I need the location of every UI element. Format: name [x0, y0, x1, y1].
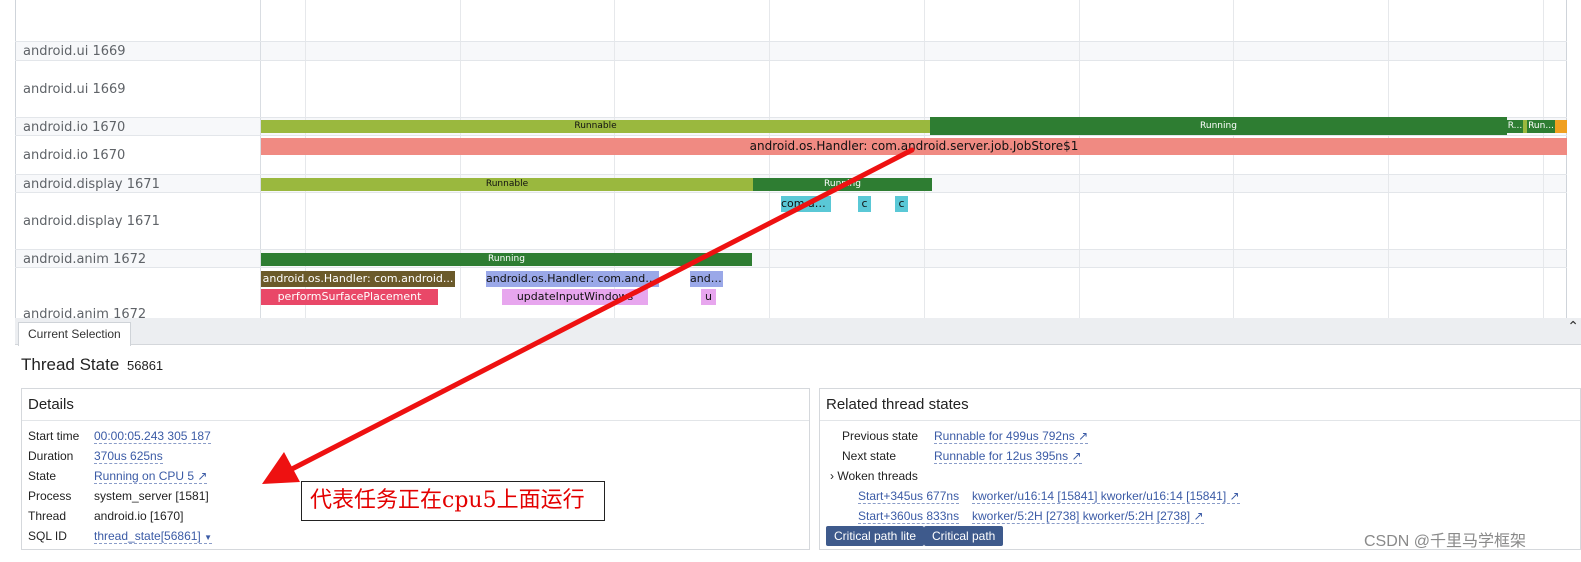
thread-label: Thread [28, 509, 67, 523]
woken-time-link[interactable]: Start+345us 677ns [858, 489, 960, 504]
annotation-callout: 代表任务正在cpu5上面运行 [301, 481, 605, 521]
row-separator [15, 41, 1567, 42]
related-thread-states-card: Related thread states Previous state Run… [819, 388, 1581, 550]
track-label-android-display-state[interactable]: android.display 1671 [23, 177, 160, 192]
woken-threads-label: Woken threads [837, 469, 918, 483]
gridline [769, 0, 770, 318]
critical-path-button[interactable]: Critical path [924, 526, 1004, 546]
previous-state-label: Previous state [842, 429, 919, 443]
gridline [1233, 0, 1234, 318]
gridline [1543, 0, 1544, 318]
slice-anim-handler[interactable]: android.os.Handler: com.android... [261, 271, 455, 287]
external-link-icon: ↗ [1078, 429, 1089, 443]
panel-tab-bar: Current Selection ⌃ [15, 318, 1581, 346]
previous-state-value: Runnable for 499us 792ns [934, 429, 1075, 443]
state-segment-running[interactable]: R... [1507, 120, 1523, 133]
gridline [1079, 0, 1080, 318]
start-time-label: Start time [28, 429, 80, 443]
gridline [924, 0, 925, 318]
next-state-value: Runnable for 12us 395ns [934, 449, 1069, 463]
slice-jobstore-handler[interactable]: android.os.Handler: com.android.server.j… [261, 138, 1567, 155]
state-label: State [28, 469, 57, 483]
row-separator [15, 267, 1567, 268]
selection-id: 56861 [127, 358, 164, 373]
slice-anim-handler[interactable]: android.os.Handler: com.andr... [486, 271, 659, 287]
track-label-android-display[interactable]: android.display 1671 [23, 214, 160, 229]
track-label-android-anim-state[interactable]: android.anim 1672 [23, 252, 146, 267]
row-bg [15, 42, 1567, 60]
state-segment-other[interactable] [1555, 120, 1567, 133]
chevron-right-icon: › [830, 469, 834, 483]
duration-label: Duration [28, 449, 74, 463]
gridline [1388, 0, 1389, 318]
critical-path-lite-button[interactable]: Critical path lite [826, 526, 925, 546]
track-label-android-ui[interactable]: android.ui 1669 [23, 82, 126, 97]
next-state-label: Next state [842, 449, 897, 463]
state-value: Running on CPU 5 [94, 469, 195, 483]
woken-thread-link[interactable]: kworker/u16:14 [15841] kworker/u16:14 [1… [972, 489, 1240, 504]
row-separator [15, 249, 1567, 250]
woken-time-link[interactable]: Start+360us 833ns [858, 509, 960, 524]
state-segment-runnable[interactable]: Runnable [261, 120, 930, 133]
state-segment-running[interactable]: Running [261, 253, 752, 266]
dropdown-icon: ▼ [204, 533, 213, 542]
slice-perform-surface-placement[interactable]: performSurfacePlacement [261, 289, 438, 305]
thread-value: android.io [1670] [94, 509, 184, 523]
related-heading: Related thread states [820, 389, 1580, 421]
track-label-android-anim[interactable]: android.anim 1672 [23, 307, 146, 318]
sql-id-value: thread_state[56861] [94, 529, 201, 543]
details-heading: Details [22, 389, 809, 421]
row-separator [15, 174, 1567, 175]
selection-title: Thread State 56861 [21, 355, 163, 375]
state-segment-runnable[interactable]: Runnable [261, 178, 753, 191]
woken-threads-toggle[interactable]: › Woken threads [830, 469, 918, 483]
external-link-icon: ↗ [197, 469, 208, 483]
details-panel: Current Selection ⌃ Thread State 56861 D… [15, 318, 1581, 562]
sql-id-label: SQL ID [28, 529, 67, 543]
woken-thread-value: kworker/5:2H [2738] kworker/5:2H [2738] [972, 509, 1191, 523]
previous-state-link[interactable]: Runnable for 499us 792ns ↗ [934, 429, 1089, 444]
process-value: system_server [1581] [94, 489, 209, 503]
external-link-icon: ↗ [1193, 509, 1204, 523]
woken-thread-value: kworker/u16:14 [15841] kworker/u16:14 [1… [972, 489, 1227, 503]
tab-current-selection[interactable]: Current Selection [18, 322, 131, 346]
row-separator [15, 60, 1567, 61]
selection-title-text: Thread State [21, 355, 120, 374]
slice-anim-handler[interactable]: andr... [690, 271, 723, 287]
track-label-android-ui-state[interactable]: android.ui 1669 [23, 44, 126, 59]
next-state-link[interactable]: Runnable for 12us 395ns ↗ [934, 449, 1082, 464]
state-link[interactable]: Running on CPU 5 ↗ [94, 469, 208, 484]
external-link-icon: ↗ [1229, 489, 1240, 503]
process-label: Process [28, 489, 72, 503]
state-segment-running[interactable]: Run... [1527, 120, 1555, 133]
slice-update-input-windows[interactable]: updateInputWindows [502, 289, 648, 305]
start-time-link[interactable]: 00:00:05.243 305 187 [94, 429, 211, 444]
track-label-android-io-state[interactable]: android.io 1670 [23, 120, 125, 135]
track-shell-border [15, 0, 16, 318]
state-segment-running[interactable]: Running [753, 178, 932, 191]
row-separator [15, 135, 1567, 136]
row-bg [15, 250, 1567, 267]
panel-resize-icon[interactable]: ⌃ [1567, 318, 1579, 335]
timeline-tracks[interactable]: android.ui 1669 android.ui 1669 android.… [0, 0, 1581, 318]
watermark: CSDN @千里马学框架 [1364, 533, 1527, 550]
row-separator [15, 192, 1567, 193]
woken-thread-link[interactable]: kworker/5:2H [2738] kworker/5:2H [2738] … [972, 509, 1204, 524]
gridline [460, 0, 461, 318]
duration-link[interactable]: 370us 625ns [94, 449, 163, 464]
slice-u[interactable]: u [701, 289, 716, 305]
slice-display-com[interactable]: com.an... [781, 196, 831, 212]
details-card: Details Start time 00:00:05.243 305 187 … [21, 388, 810, 550]
sql-id-link[interactable]: thread_state[56861] ▼ [94, 529, 213, 544]
external-link-icon: ↗ [1071, 449, 1082, 463]
slice-display-c[interactable]: c [895, 196, 908, 212]
slice-display-c[interactable]: c [858, 196, 871, 212]
track-label-android-io[interactable]: android.io 1670 [23, 148, 125, 163]
track-shell-border [1566, 0, 1567, 318]
perfetto-ui: android.ui 1669 android.ui 1669 android.… [0, 0, 1581, 562]
state-segment-running-selected[interactable]: Running [930, 117, 1507, 135]
